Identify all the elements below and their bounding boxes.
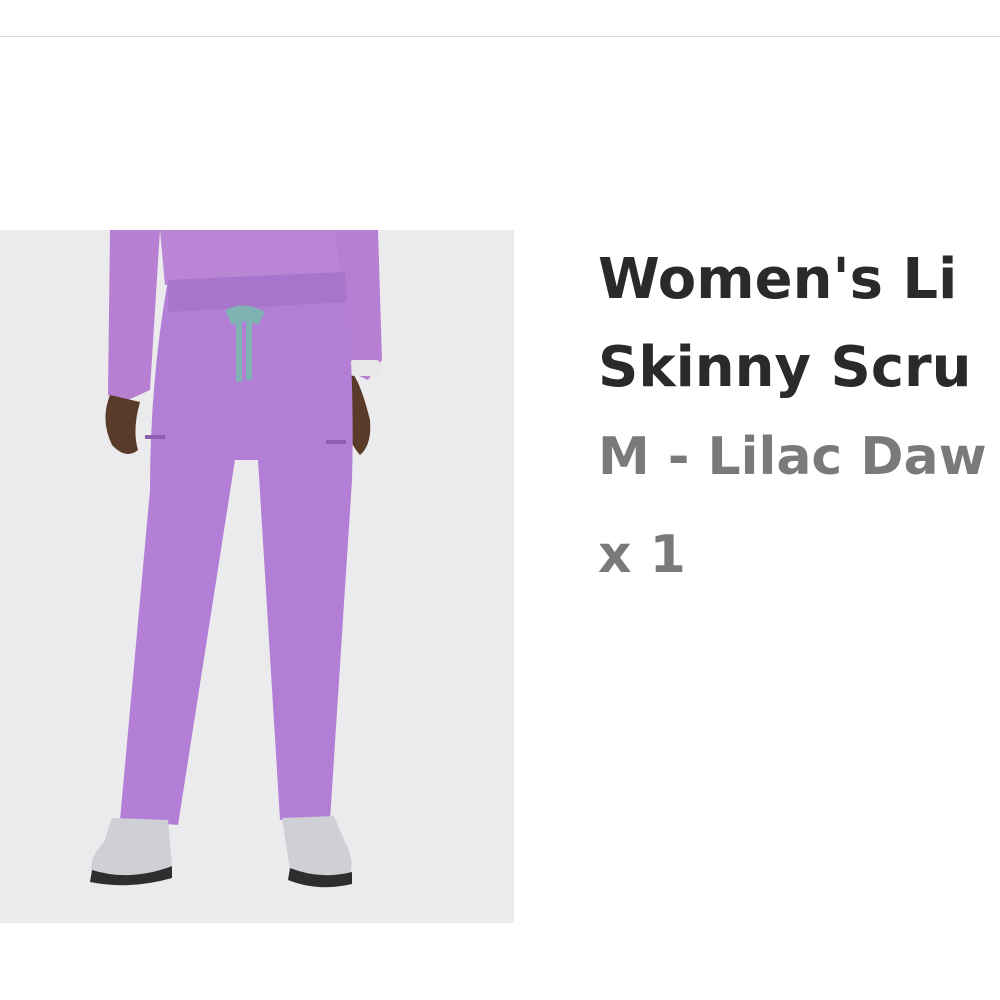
product-title[interactable]: Women's Li Skinny Scru [598, 236, 1000, 412]
top-divider [0, 36, 1000, 37]
product-title-line-1: Women's Li [598, 247, 958, 312]
product-variant: M - Lilac Daw [598, 427, 987, 487]
product-quantity: x 1 [598, 525, 686, 585]
order-item-page: Women's Li Skinny Scru M - Lilac Daw x 1 [0, 0, 1000, 1000]
product-image[interactable] [0, 230, 514, 923]
product-title-line-2: Skinny Scru [598, 335, 972, 400]
